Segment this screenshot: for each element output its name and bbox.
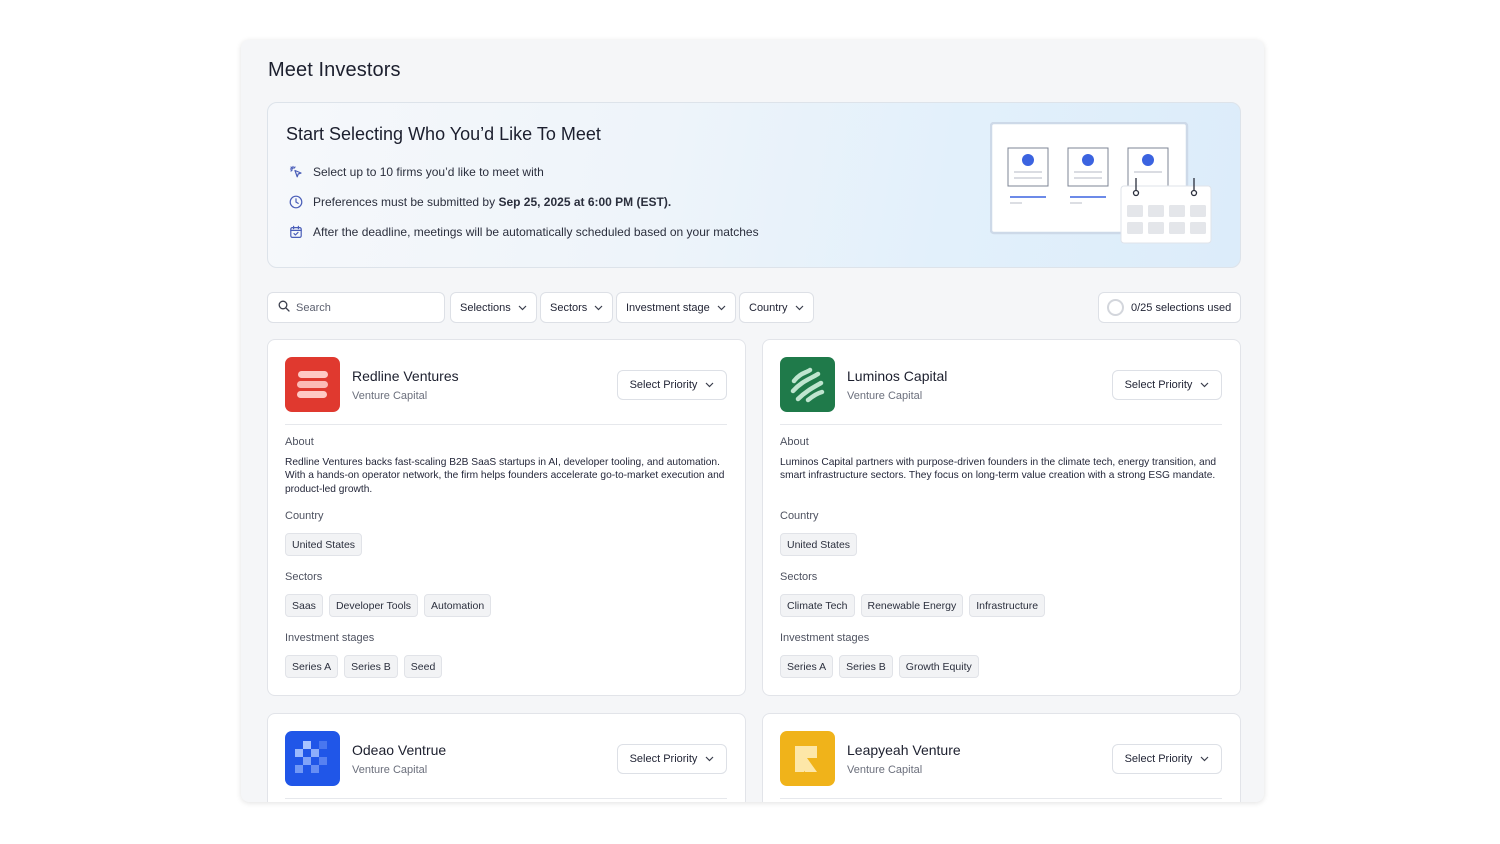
investment-stage-filter-button[interactable]: Investment stage	[616, 292, 736, 323]
banner-line-2-prefix: Preferences must be submitted by	[313, 195, 496, 209]
filter-bar: Selections Sectors Investment stage Coun…	[267, 292, 1241, 323]
firm-type: Venture Capital	[352, 764, 428, 776]
stage-tags: Series A Series B Seed	[285, 655, 443, 678]
search-box[interactable]	[267, 292, 445, 323]
card-divider	[285, 424, 727, 425]
stages-label: Investment stages	[285, 632, 375, 644]
select-priority-label: Select Priority	[1124, 379, 1193, 391]
search-icon	[278, 299, 290, 317]
firm-type: Venture Capital	[847, 764, 923, 776]
country-filter-button[interactable]: Country	[739, 292, 814, 323]
sectors-label: Sectors	[285, 571, 323, 583]
stage-tag: Seed	[403, 655, 443, 678]
stage-tag: Growth Equity	[898, 655, 979, 678]
sector-tags: Saas Developer Tools Automation	[285, 594, 492, 617]
stages-label: Investment stages	[780, 632, 870, 644]
deadline-text: Sep 25, 2025 at 6:00 PM (EST).	[498, 195, 672, 209]
selections-used-text: 0/25 selections used	[1131, 301, 1232, 314]
country-tags: United States	[285, 533, 363, 556]
investor-card-redline: Redline Ventures Venture Capital Select …	[267, 339, 746, 696]
sector-tags: Climate Tech Renewable Energy Infrastruc…	[780, 594, 1046, 617]
chevron-down-icon	[594, 302, 603, 314]
banner-line-3-text: After the deadline, meetings will be aut…	[313, 225, 759, 239]
stage-tag: Series A	[780, 655, 834, 678]
cursor-click-icon	[288, 164, 304, 180]
sector-tag: Infrastructure	[969, 594, 1046, 617]
odeao-logo	[285, 731, 340, 786]
selections-filter-label: Selections	[460, 301, 511, 314]
stage-tag: Series B	[344, 655, 398, 678]
banner-line-select-limit: Select up to 10 firms you’d like to meet…	[288, 164, 544, 180]
sector-tag: Automation	[424, 594, 492, 617]
firm-name: Luminos Capital	[847, 368, 948, 384]
investor-card-leapyeah: Leapyeah Venture Venture Capital Select …	[762, 713, 1241, 802]
firm-name: Leapyeah Venture	[847, 742, 961, 758]
chevron-down-icon	[518, 302, 527, 314]
card-divider	[780, 798, 1222, 799]
country-tag: United States	[285, 533, 363, 556]
chevron-down-icon	[717, 302, 726, 314]
app-window: Meet Investors Start Selecting Who You’d…	[241, 40, 1264, 802]
firm-name: Odeao Ventrue	[352, 742, 447, 758]
investor-card-luminos: Luminos Capital Venture Capital Select P…	[762, 339, 1241, 696]
clock-icon	[288, 194, 304, 210]
chevron-down-icon	[705, 379, 714, 391]
sectors-label: Sectors	[780, 571, 818, 583]
sector-tag: Renewable Energy	[860, 594, 964, 617]
select-priority-label: Select Priority	[1124, 753, 1193, 765]
firm-name: Redline Ventures	[352, 368, 459, 384]
chevron-down-icon	[1200, 379, 1209, 391]
banner-line-1-text: Select up to 10 firms you’d like to meet…	[313, 165, 544, 179]
selections-used-indicator: 0/25 selections used	[1098, 292, 1241, 323]
banner-line-deadline: Preferences must be submitted by Sep 25,…	[288, 194, 671, 210]
sector-tag: Climate Tech	[780, 594, 855, 617]
chevron-down-icon	[795, 302, 804, 314]
progress-ring-icon	[1107, 299, 1124, 316]
leapyeah-logo	[780, 731, 835, 786]
about-text: Redline Ventures backs fast-scaling B2B …	[285, 457, 725, 495]
select-priority-label: Select Priority	[629, 753, 698, 765]
country-label: Country	[780, 510, 819, 522]
country-filter-label: Country	[749, 301, 788, 314]
select-priority-button[interactable]: Select Priority	[1112, 370, 1222, 400]
card-divider	[285, 798, 727, 799]
investor-card-odeao: Odeao Ventrue Venture Capital Select Pri…	[267, 713, 746, 802]
sectors-filter-button[interactable]: Sectors	[540, 292, 614, 323]
stage-tag: Series B	[839, 655, 893, 678]
country-tag: United States	[780, 533, 858, 556]
about-text: Luminos Capital partners with purpose-dr…	[780, 457, 1217, 482]
banner-line-scheduling: After the deadline, meetings will be aut…	[288, 224, 759, 240]
chevron-down-icon	[1200, 753, 1209, 765]
sector-tag: Saas	[285, 594, 323, 617]
country-tags: United States	[780, 533, 858, 556]
banner-title: Start Selecting Who You’d Like To Meet	[286, 124, 601, 144]
meeting-illustration	[990, 122, 1212, 244]
search-input[interactable]	[296, 301, 436, 314]
about-label: About	[285, 436, 314, 448]
select-priority-button[interactable]: Select Priority	[617, 744, 727, 774]
calendar-check-icon	[288, 224, 304, 240]
page-title: Meet Investors	[268, 59, 401, 81]
select-priority-label: Select Priority	[629, 379, 698, 391]
investment-stage-filter-label: Investment stage	[626, 301, 710, 314]
selections-filter-button[interactable]: Selections	[450, 292, 537, 323]
select-priority-button[interactable]: Select Priority	[617, 370, 727, 400]
select-priority-button[interactable]: Select Priority	[1112, 744, 1222, 774]
sector-tag: Developer Tools	[328, 594, 419, 617]
sectors-filter-label: Sectors	[550, 301, 588, 314]
about-label: About	[780, 436, 809, 448]
card-divider	[780, 424, 1222, 425]
firm-type: Venture Capital	[352, 390, 428, 402]
country-label: Country	[285, 510, 324, 522]
info-banner: Start Selecting Who You’d Like To Meet S…	[267, 102, 1241, 268]
firm-type: Venture Capital	[847, 390, 923, 402]
redline-logo	[285, 357, 340, 412]
luminos-logo	[780, 357, 835, 412]
stage-tag: Series A	[285, 655, 339, 678]
stage-tags: Series A Series B Growth Equity	[780, 655, 979, 678]
chevron-down-icon	[705, 753, 714, 765]
